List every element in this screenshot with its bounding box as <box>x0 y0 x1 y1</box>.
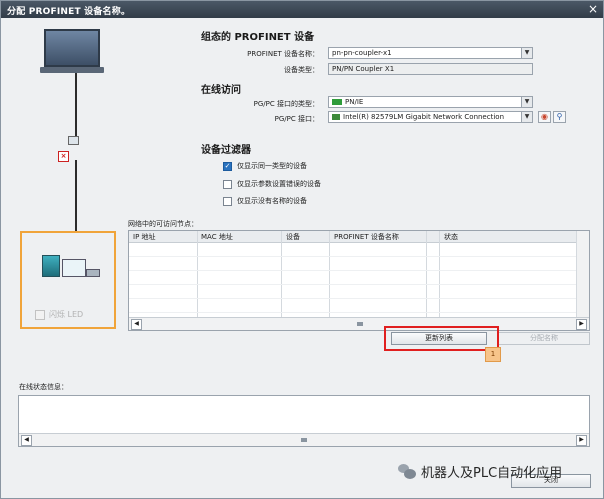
watermark-text: 机器人及PLC自动化应用 <box>421 466 563 481</box>
scroll-right-icon[interactable]: ▶ <box>576 435 587 446</box>
filter-same-type-label: 仅显示同一类型的设备 <box>237 162 307 170</box>
topology-pane: × 闪烁 LED <box>14 23 126 343</box>
column-divider <box>329 231 330 318</box>
assign-profinet-name-dialog: 分配 PROFINET 设备名称。 × × 闪烁 LED 组态的 PROFINE… <box>0 0 604 499</box>
network-port-icon <box>68 136 79 145</box>
status-horizontal-scrollbar[interactable]: ◀ ▶ <box>19 433 589 446</box>
column-header-status[interactable]: 状态 <box>444 232 458 242</box>
wechat-watermark: 机器人及PLC自动化应用 <box>398 462 562 481</box>
column-divider <box>439 231 440 318</box>
accessible-nodes-label: 网络中的可访问节点： <box>128 220 198 228</box>
column-header-device[interactable]: 设备 <box>286 232 300 242</box>
pgpc-type-dropdown[interactable]: PN/IE ▼ <box>328 96 533 108</box>
device-name-dropdown[interactable]: pn-pn-coupler-x1 ▼ <box>328 47 533 59</box>
filter-same-type-checkbox[interactable]: ✓ <box>223 161 232 171</box>
connector-icon <box>86 269 100 277</box>
flash-led-checkbox[interactable] <box>35 309 45 320</box>
pgpc-interface-value: Intel(R) 82579LM Gigabit Network Connect… <box>343 113 504 121</box>
scroll-thumb[interactable] <box>301 438 307 442</box>
filter-no-name-checkbox[interactable] <box>223 196 232 206</box>
device-type-value: PN/PN Coupler X1 <box>332 65 395 73</box>
pgpc-interface-dropdown[interactable]: Intel(R) 82579LM Gigabit Network Connect… <box>328 111 533 123</box>
chevron-down-icon[interactable]: ▼ <box>521 48 532 58</box>
error-icon: × <box>58 151 69 162</box>
accessible-nodes-table: IP 地址 MAC 地址 设备 PROFINET 设备名称 状态 ◀ ▶ <box>128 230 590 331</box>
device-name-label: PROFINET 设备名称： <box>247 50 319 58</box>
diagnostics-search-icon[interactable]: ⚲ <box>553 111 566 123</box>
filter-no-name-label: 仅显示没有名称的设备 <box>237 197 307 205</box>
table-row <box>129 312 577 313</box>
scroll-thumb[interactable] <box>357 322 363 326</box>
column-divider <box>281 231 282 318</box>
step-callout-badge: 1 <box>485 347 501 362</box>
flash-led-label: 闪烁 LED <box>49 310 84 319</box>
column-header-mac[interactable]: MAC 地址 <box>201 232 233 242</box>
dialog-title: 分配 PROFINET 设备名称。 <box>7 7 131 17</box>
online-status-panel: ◀ ▶ <box>18 395 590 447</box>
flash-led-option[interactable]: 闪烁 LED <box>35 309 83 320</box>
device-preview-box: 闪烁 LED <box>20 231 116 329</box>
assign-name-button[interactable]: 分配名称 <box>498 332 590 345</box>
highlight-box <box>384 326 499 351</box>
wechat-logo-icon <box>398 464 416 479</box>
table-vertical-scrollbar[interactable] <box>576 231 589 318</box>
pgpc-type-value: PN/IE <box>345 98 364 106</box>
chevron-down-icon[interactable]: ▼ <box>521 112 532 122</box>
device-filter-title: 设备过滤器 <box>201 145 251 156</box>
scroll-right-icon[interactable]: ▶ <box>576 319 587 330</box>
ethernet-icon <box>332 99 342 105</box>
column-header-ip[interactable]: IP 地址 <box>133 232 156 242</box>
pg-laptop-icon <box>44 29 100 67</box>
chevron-down-icon[interactable]: ▼ <box>521 97 532 107</box>
configured-device-title: 组态的 PROFINET 设备 <box>201 32 315 43</box>
table-horizontal-scrollbar[interactable]: ◀ ▶ <box>129 317 589 330</box>
title-bar: 分配 PROFINET 设备名称。 × <box>1 1 603 18</box>
pgpc-interface-label: PG/PC 接口： <box>274 115 319 123</box>
scroll-left-icon[interactable]: ◀ <box>131 319 142 330</box>
device-name-value: pn-pn-coupler-x1 <box>332 49 392 57</box>
device-type-field: PN/PN Coupler X1 <box>328 63 533 75</box>
table-row <box>129 284 577 285</box>
pg-laptop-base <box>40 67 104 73</box>
filter-same-type-option[interactable]: ✓ 仅显示同一类型的设备 <box>223 161 307 171</box>
filter-param-error-checkbox[interactable] <box>223 179 232 189</box>
filter-param-error-option[interactable]: 仅显示参数设置错误的设备 <box>223 179 321 189</box>
column-divider <box>426 231 427 318</box>
table-row <box>129 298 577 299</box>
filter-param-error-label: 仅显示参数设置错误的设备 <box>237 180 321 188</box>
scroll-left-icon[interactable]: ◀ <box>21 435 32 446</box>
column-header-profinet-name[interactable]: PROFINET 设备名称 <box>334 232 399 242</box>
device-type-label: 设备类型： <box>284 66 319 74</box>
close-icon[interactable]: × <box>588 2 598 16</box>
pgpc-type-label: PG/PC 接口的类型： <box>253 100 319 108</box>
network-line-upper <box>75 73 77 136</box>
table-row <box>129 256 577 257</box>
coupler-module-icon <box>42 255 60 277</box>
column-divider <box>197 231 198 318</box>
interface-properties-icon[interactable]: ◉ <box>538 111 551 123</box>
table-header: IP 地址 MAC 地址 设备 PROFINET 设备名称 状态 <box>129 231 589 243</box>
filter-no-name-option[interactable]: 仅显示没有名称的设备 <box>223 196 307 206</box>
interface-module-icon <box>62 259 86 277</box>
network-card-icon <box>332 114 340 120</box>
online-status-label: 在线状态信息： <box>19 383 68 391</box>
table-row <box>129 270 577 271</box>
online-access-title: 在线访问 <box>201 85 241 96</box>
